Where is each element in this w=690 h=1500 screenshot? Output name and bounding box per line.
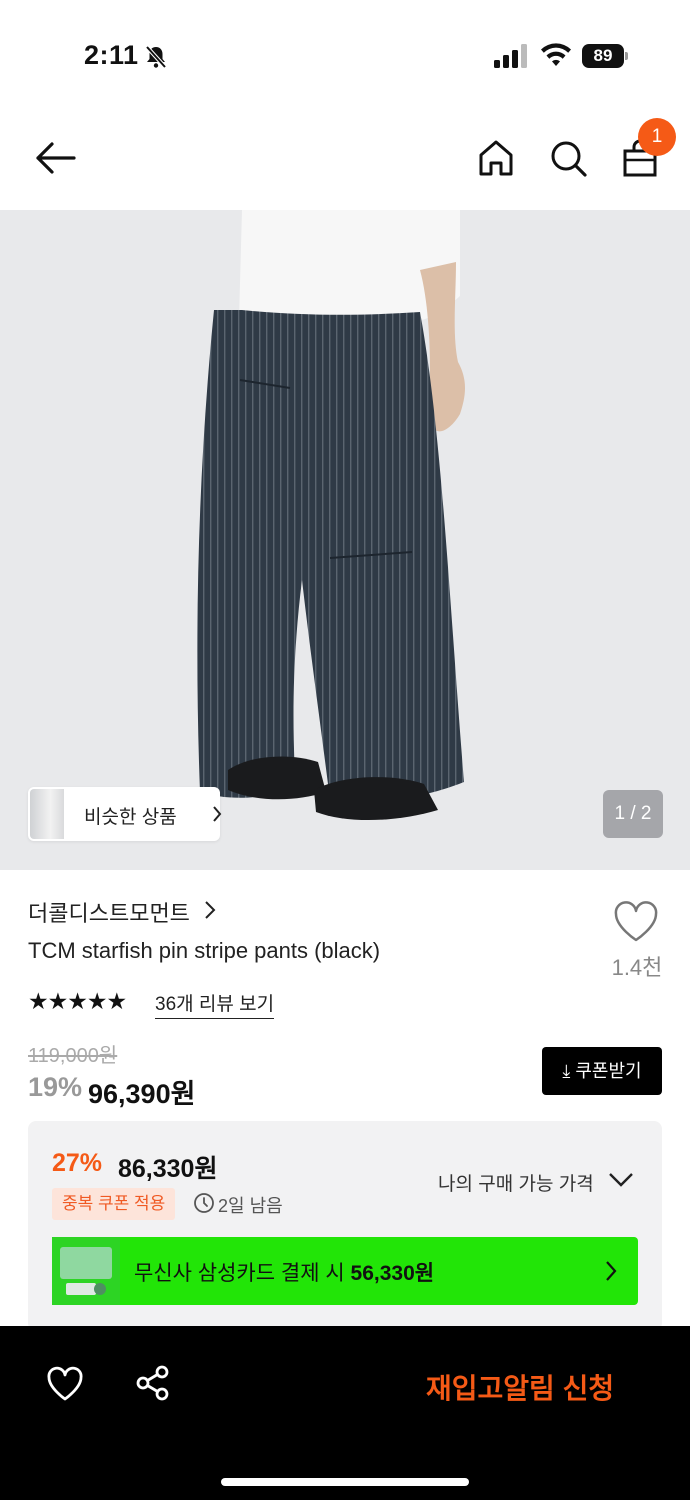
card-benefit-banner[interactable]: 무신사 삼성카드 결제 시 56,330원 [52,1237,638,1305]
best-price: 86,330원 [118,1155,218,1183]
search-icon[interactable] [548,138,588,178]
home-icon[interactable] [476,138,516,178]
time-remaining: 2일 남음 [218,1196,283,1216]
similar-products-label: 비슷한 상품 [84,807,177,828]
home-indicator [221,1478,469,1486]
chevron-right-icon [606,1261,617,1281]
top-nav: 1 [0,110,690,210]
image-pager: 1 / 2 [603,790,663,838]
wifi-icon [541,43,571,66]
reviews-link[interactable]: 36개 리뷰 보기 [155,989,275,1019]
card-benefit-text: 무신사 삼성카드 결제 시 56,330원 [134,1262,435,1285]
back-arrow-icon[interactable] [34,140,76,176]
rating-stars: ★★★★★ [28,988,127,1014]
signal-icon [494,44,527,68]
restock-alert-button[interactable]: 재입고알림 신청 [426,1367,614,1407]
chevron-right-icon [213,806,222,822]
product-photo [0,210,690,870]
cart-count-badge: 1 [638,118,676,156]
similar-products-button[interactable]: 비슷한 상품 [28,787,222,841]
status-time: 2:11 [84,40,139,70]
discount-rate: 19% [28,1072,83,1102]
bell-muted-icon [145,45,167,69]
heart-icon[interactable] [612,900,660,944]
duplicate-coupon-badge: 중복 쿠폰 적용 [52,1188,176,1220]
get-coupon-button[interactable]: ⤓ 쿠폰받기 [542,1047,662,1095]
like-count: 1.4천 [611,955,663,980]
similar-thumbnail [30,789,64,839]
best-discount-rate: 27% [52,1149,103,1177]
heart-icon[interactable] [46,1366,84,1402]
status-bar: 2:11 89 [0,0,690,110]
brand-link[interactable]: 더콜디스트모먼트 [28,896,190,928]
best-price-panel: 27% 86,330원 중복 쿠폰 적용 2일 남음 나의 구매 가능 가격 무… [28,1121,662,1331]
battery-level: 89 [582,44,624,68]
battery-indicator: 89 [582,44,628,68]
my-price-toggle[interactable]: 나의 구매 가능 가격 [438,1169,594,1196]
product-title: TCM starfish pin stripe pants (black) [28,938,381,963]
sale-price: 96,390원 [88,1079,196,1109]
card-price: 56,330원 [350,1262,435,1285]
share-icon[interactable] [134,1364,172,1402]
product-image-gallery[interactable]: 비슷한 상품 1 / 2 [0,210,690,870]
clock-icon [194,1193,214,1213]
bottom-action-bar: 재입고알림 신청 [0,1326,690,1500]
chevron-right-icon[interactable] [203,900,217,920]
original-price: 119,000원 [28,1045,118,1067]
card-image [52,1237,120,1305]
chevron-down-icon[interactable] [608,1171,634,1189]
